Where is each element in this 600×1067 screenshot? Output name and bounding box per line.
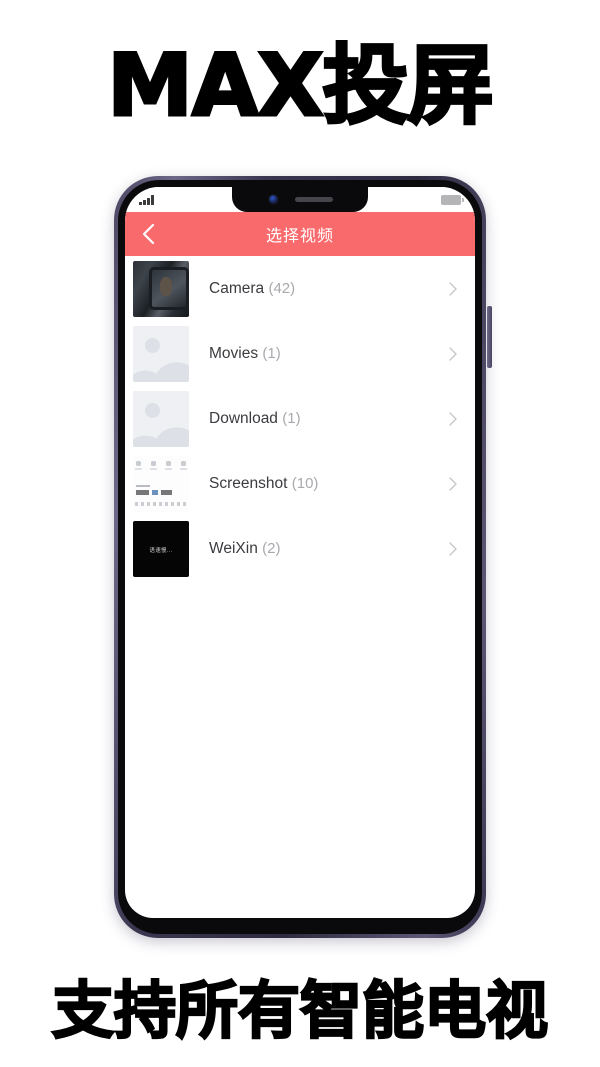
folder-count: (10): [291, 474, 319, 492]
folder-count: (2): [262, 539, 281, 557]
chevron-right-icon: [445, 476, 461, 492]
folder-count: (1): [282, 409, 301, 427]
earpiece-speaker-icon: [294, 197, 333, 202]
phone-bezel: 选择视频 Camera (42) Movies (1) Download (1)…: [118, 180, 482, 934]
phone-device-frame: 选择视频 Camera (42) Movies (1) Download (1)…: [114, 176, 492, 938]
placeholder-image-thumbnail: [133, 390, 189, 447]
promo-page: MAX投屏 选择视频 Camera (42) Movies (1) Downlo…: [0, 0, 600, 1067]
list-item[interactable]: Screenshot (10): [125, 451, 475, 516]
chevron-right-icon: [445, 541, 461, 557]
folder-count: (42): [268, 279, 296, 297]
folder-name: Download: [209, 409, 278, 427]
list-item[interactable]: Movies (1): [125, 321, 475, 386]
front-camera-icon: [267, 194, 279, 205]
page-title: 选择视频: [265, 226, 334, 245]
folder-name: Movies: [209, 344, 259, 362]
chevron-right-icon: [445, 411, 461, 427]
power-button[interactable]: [487, 306, 492, 368]
promo-headline: MAX投屏: [106, 36, 495, 136]
chevron-right-icon: [445, 346, 461, 362]
screenshot-thumbnail: [133, 455, 189, 512]
list-item-label: Camera (42): [189, 280, 445, 298]
folder-name: WeiXin: [209, 539, 258, 557]
back-button[interactable]: [125, 212, 171, 256]
placeholder-image-thumbnail: [133, 325, 189, 382]
list-item[interactable]: 语速慢… WeiXin (2): [125, 516, 475, 581]
video-folder-list: Camera (42) Movies (1) Download (1) Scre…: [125, 256, 475, 581]
folder-name: Screenshot: [209, 474, 288, 492]
promo-subline: 支持所有智能电视: [51, 973, 549, 1047]
folder-name: Camera: [209, 279, 265, 297]
list-item[interactable]: Download (1): [125, 386, 475, 451]
phone-screen: 选择视频 Camera (42) Movies (1) Download (1)…: [125, 187, 475, 918]
signal-bars-icon: [139, 194, 154, 205]
list-item[interactable]: Camera (42): [125, 256, 475, 321]
battery-icon: [441, 194, 464, 205]
list-item-label: WeiXin (2): [189, 540, 445, 558]
list-item-label: Screenshot (10): [189, 475, 445, 493]
folder-count: (1): [262, 344, 281, 362]
list-item-label: Download (1): [189, 410, 445, 428]
weixin-video-thumbnail: 语速慢…: [133, 520, 189, 577]
list-item-label: Movies (1): [189, 345, 445, 363]
camera-photo-thumbnail: [133, 260, 189, 317]
chevron-right-icon: [445, 281, 461, 297]
app-header-bar: 选择视频: [125, 212, 475, 256]
chevron-left-icon: [140, 223, 156, 245]
display-notch: [232, 187, 368, 212]
